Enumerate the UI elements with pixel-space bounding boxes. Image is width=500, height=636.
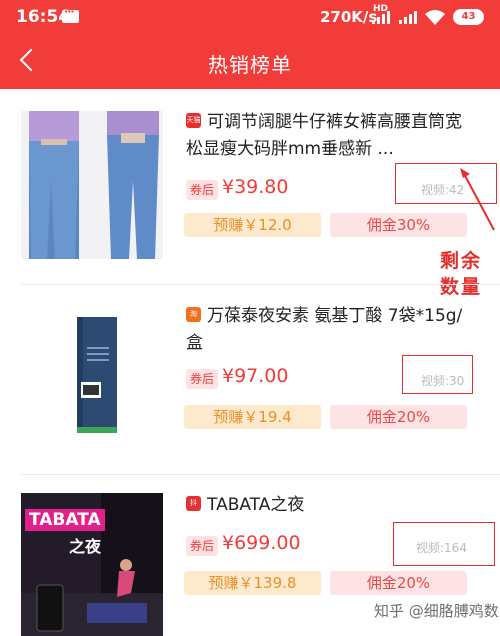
commission-rate: 佣金20% (330, 405, 467, 429)
network-speed: 270K/s (320, 8, 378, 26)
product-image[interactable]: TABATA 之夜 (21, 493, 163, 636)
coupon-label: 券后 (186, 536, 219, 556)
product-name[interactable]: 淘万葆泰夜安素 氨基丁酸 7袋*15g/盒 (186, 303, 476, 357)
estimated-earnings: 预赚￥139.8 (184, 571, 321, 595)
promo-text-line1: TABATA (25, 509, 105, 531)
coupon-label: 券后 (186, 180, 219, 200)
battery-icon: 43 (453, 9, 484, 25)
product-image[interactable] (21, 111, 163, 259)
commission-rate: 佣金30% (330, 213, 467, 237)
status-bar: 16:54 270K/s HD 43 (0, 0, 500, 34)
signal-icon (372, 10, 392, 24)
annotation-arrow (460, 168, 495, 231)
product-price: ¥39.80 (222, 176, 289, 198)
shop-taobao-icon: 淘 (186, 307, 201, 322)
promo-text-line2: 之夜 (69, 537, 102, 556)
watermark: 知乎 @细胳膊鸡数 (374, 602, 499, 620)
coupon-label: 券后 (186, 369, 219, 389)
product-title: 可调节阔腿牛仔裤女裤高腰直筒宽松显瘦大码胖mm垂感新 ... (186, 112, 462, 159)
shop-tmall-icon: 天猫 (186, 113, 201, 128)
nav-bar: 热销榜单 (0, 34, 500, 89)
page-title: 热销榜单 (208, 53, 292, 77)
commission-rate: 佣金20% (330, 571, 467, 595)
highlight-box (402, 355, 473, 394)
product-price: ¥699.00 (222, 532, 301, 554)
product-name[interactable]: 天猫 可调节阔腿牛仔裤女裤高腰直筒宽松显瘦大码胖mm垂感新 ... (186, 109, 476, 163)
signal-icon-2 (399, 10, 419, 24)
product-item[interactable]: 淘万葆泰夜安素 氨基丁酸 7袋*15g/盒 券后 ¥97.00 视频:30 预赚… (0, 285, 500, 473)
highlight-box (393, 522, 495, 566)
shop-douyin-icon: 抖 (186, 496, 201, 511)
top-bar: 16:54 270K/s HD 43 热销榜单 (0, 0, 500, 89)
product-price: ¥97.00 (222, 365, 289, 387)
estimated-earnings: 预赚￥19.4 (184, 405, 321, 429)
product-image[interactable] (21, 287, 163, 435)
product-name[interactable]: 抖 TABATA之夜 (186, 492, 476, 519)
product-title: 万葆泰夜安素 氨基丁酸 7袋*15g/盒 (186, 306, 463, 353)
product-title: TABATA之夜 (207, 495, 305, 515)
message-icon (62, 5, 79, 23)
estimated-earnings: 预赚￥12.0 (184, 213, 321, 237)
wifi-icon (425, 10, 445, 25)
product-item[interactable]: 天猫 可调节阔腿牛仔裤女裤高腰直筒宽松显瘦大码胖mm垂感新 ... 券后 ¥39.… (0, 89, 500, 284)
